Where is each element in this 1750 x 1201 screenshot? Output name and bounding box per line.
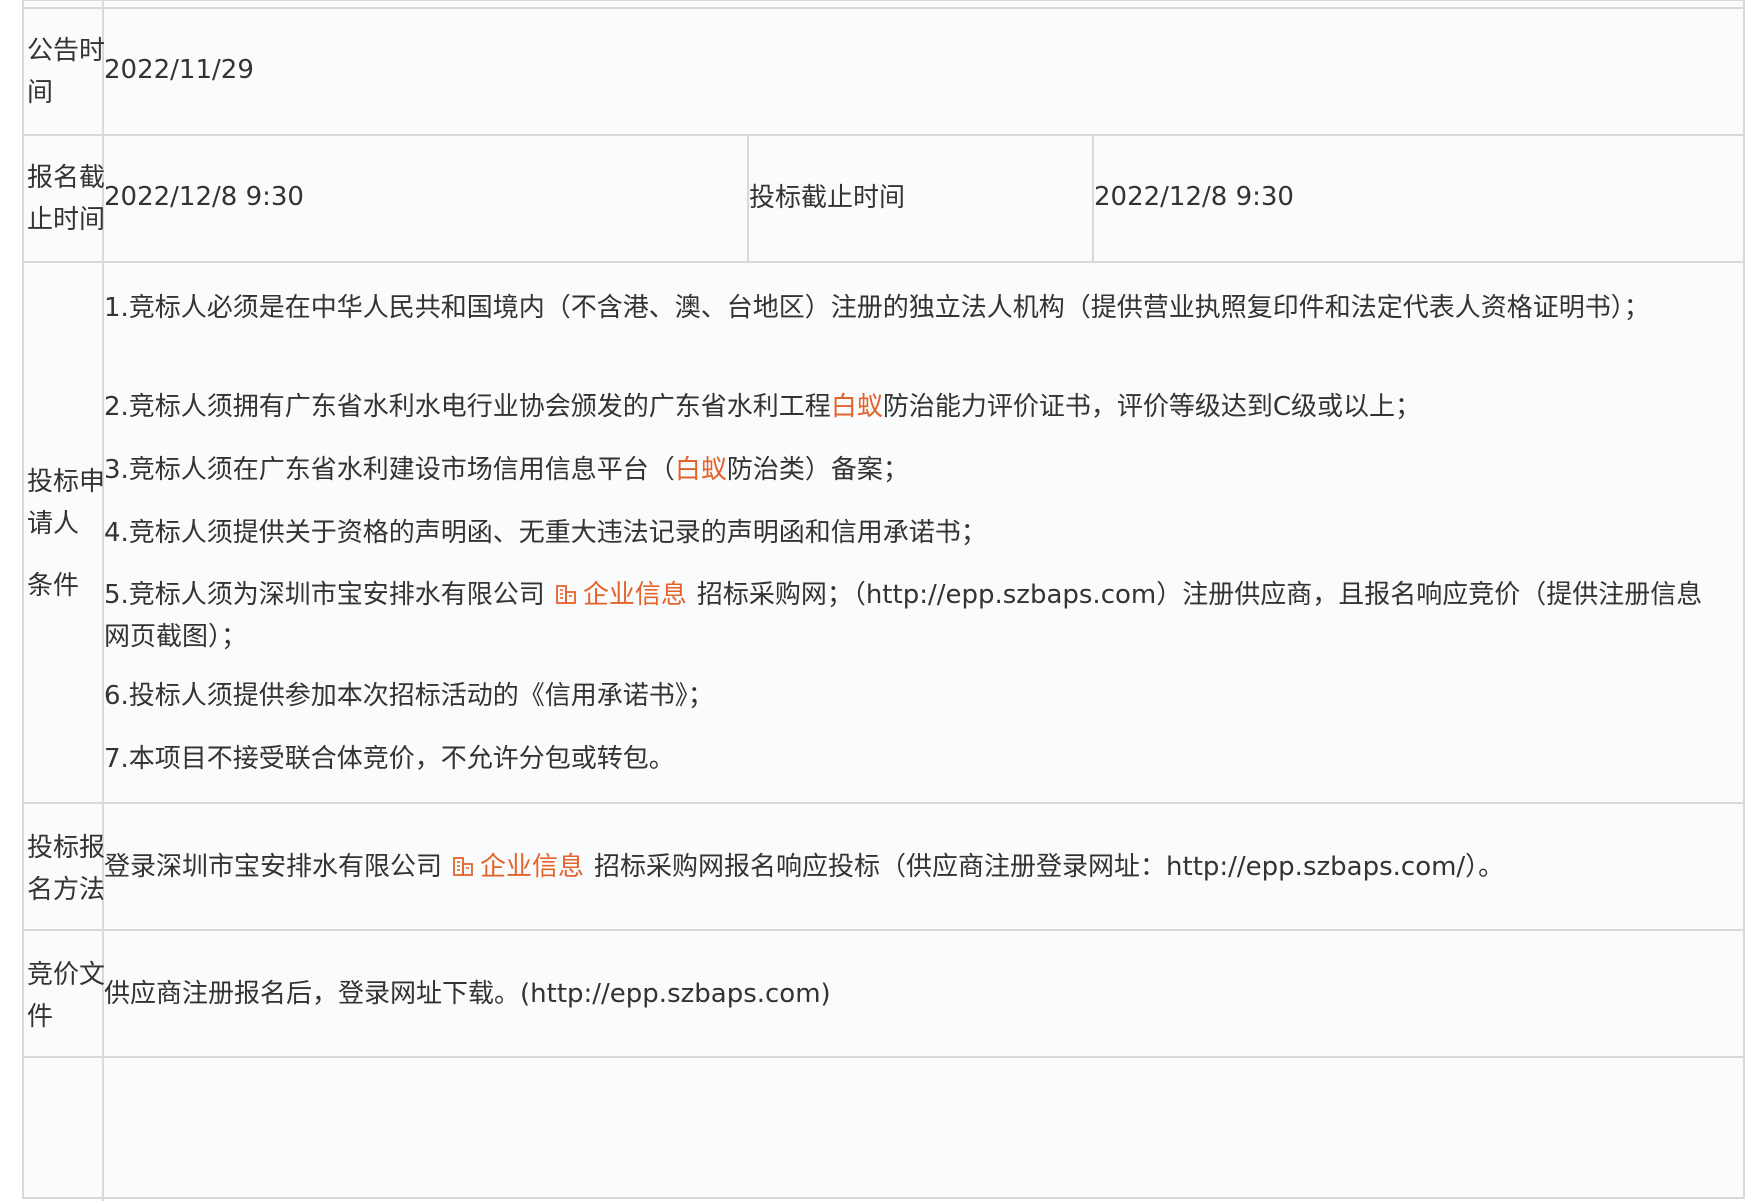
- condition-text: 2.竞标人须拥有广东省水利水电行业协会颁发的广东省水利工程: [104, 392, 831, 422]
- condition-text: 1.竞标人必须是在中华人民共和国境内（不含港、澳、台地区）注册的独立法人机构（提…: [104, 293, 1650, 323]
- keyword-link[interactable]: 白蚁: [831, 392, 883, 422]
- condition-item-3: 3.竞标人须在广东省水利建设市场信用信息平台（白蚁防治类）备案；: [104, 449, 1724, 491]
- label-line: 公告时: [27, 36, 106, 66]
- announce-time-label: 公告时 间: [27, 30, 115, 114]
- enterprise-info-link[interactable]: 企业信息: [555, 580, 687, 610]
- building-icon: [453, 857, 473, 876]
- condition-text: 4.竞标人须提供关于资格的声明函、无重大违法记录的声明函和信用承诺书；: [104, 518, 987, 548]
- condition-text: 防治能力评价证书，评价等级达到C级或以上；: [882, 392, 1421, 422]
- label-line: 间: [27, 78, 54, 108]
- label-line: 止时间: [27, 205, 106, 235]
- register-deadline-value: 2022/12/8 9:30: [104, 182, 304, 212]
- label-line: 投标申: [27, 467, 106, 497]
- condition-item-6: 6.投标人须提供参加本次招标活动的《信用承诺书》；: [104, 675, 1724, 717]
- method-text: 招标采购网报名响应投标（供应商注册登录网址：http://epp.szbaps.…: [594, 852, 1505, 882]
- condition-text: 6.投标人须提供参加本次招标活动的《信用承诺书》；: [104, 681, 714, 711]
- building-icon: [555, 585, 576, 604]
- condition-item-7: 7.本项目不接受联合体竞价，不允许分包或转包。: [104, 738, 1724, 780]
- bid-deadline-label: 投标截止时间: [749, 183, 906, 213]
- registration-method-value: 登录深圳市宝安排水有限公司 企业信息 招标采购网报名响应投标（供应商注册登录网址：h…: [104, 846, 1504, 888]
- row-divider: [24, 929, 1743, 931]
- method-text: 登录深圳市宝安排水有限公司: [104, 852, 443, 882]
- condition-text: 3.竞标人须在广东省水利建设市场信用信息平台（: [104, 455, 675, 485]
- row-divider: [24, 134, 1743, 136]
- row-divider: [24, 261, 1743, 263]
- label-line: 报名截: [27, 163, 106, 193]
- announce-time-value: 2022/11/29: [104, 55, 254, 85]
- label-line: 请人: [27, 509, 80, 539]
- enterprise-info-text: 企业信息: [480, 852, 585, 882]
- enterprise-info-link[interactable]: 企业信息: [452, 852, 584, 882]
- label-line: 投标报: [27, 833, 106, 863]
- keyword-link[interactable]: 白蚁: [675, 455, 727, 485]
- tender-info-table: 公告时 间 2022/11/29 报名截 止时间 2022/12/8 9:30 …: [22, 0, 1745, 1201]
- row-divider: [24, 1056, 1743, 1058]
- label-line: 件: [27, 1002, 54, 1032]
- condition-item-1: 1.竞标人必须是在中华人民共和国境内（不含港、澳、台地区）注册的独立法人机构（提…: [104, 287, 1724, 329]
- bidder-conditions-label: 投标申 请人 条件: [27, 461, 115, 607]
- condition-item-2: 2.竞标人须拥有广东省水利水电行业协会颁发的广东省水利工程白蚁防治能力评价证书，…: [104, 386, 1724, 428]
- bid-documents-label: 竞价文 件: [27, 954, 115, 1038]
- bid-deadline-value: 2022/12/8 9:30: [1094, 182, 1294, 212]
- registration-method-label: 投标报 名方法: [27, 827, 115, 911]
- row-divider: [24, 802, 1743, 804]
- label-line: 竞价文: [27, 960, 106, 990]
- row-divider: [24, 7, 1743, 9]
- register-deadline-label: 报名截 止时间: [27, 157, 115, 241]
- label-line: 条件: [27, 571, 80, 601]
- condition-text: 7.本项目不接受联合体竞价，不允许分包或转包。: [104, 744, 675, 774]
- bid-documents-value: 供应商注册报名后，登录网址下载。(http://epp.szbaps.com): [104, 979, 831, 1009]
- condition-text: 5.竞标人须为深圳市宝安排水有限公司: [104, 580, 545, 610]
- enterprise-info-text: 企业信息: [582, 580, 687, 610]
- condition-text: 防治类）备案；: [726, 455, 909, 485]
- condition-item-4: 4.竞标人须提供关于资格的声明函、无重大违法记录的声明函和信用承诺书；: [104, 512, 1724, 554]
- label-line: 名方法: [27, 875, 106, 905]
- condition-item-5: 5.竞标人须为深圳市宝安排水有限公司 企业信息 招标采购网；（http://epp.…: [104, 574, 1724, 658]
